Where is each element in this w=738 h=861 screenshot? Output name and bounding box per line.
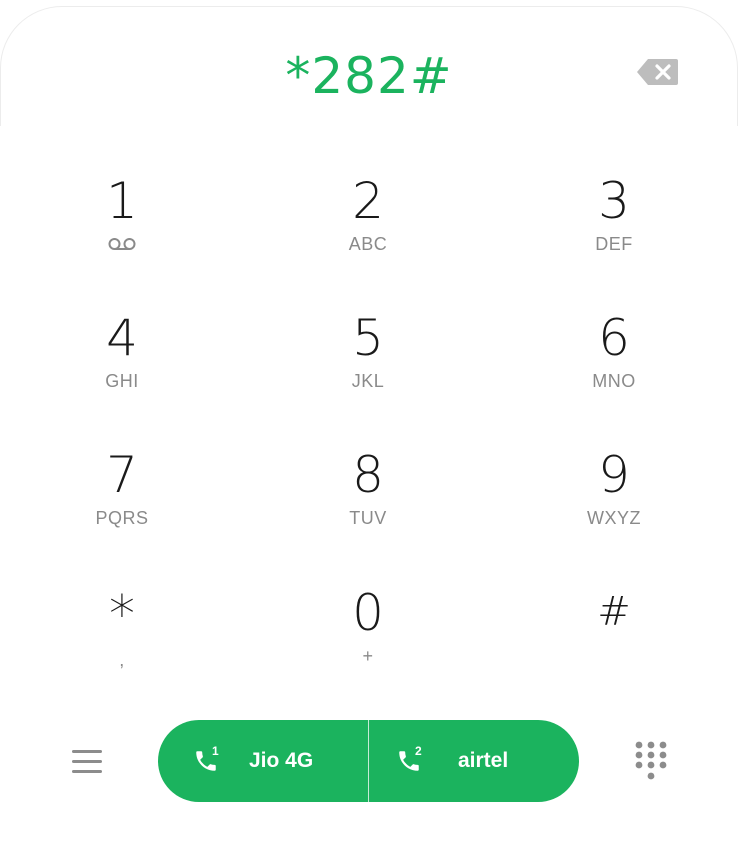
key-digit: * — [109, 585, 135, 645]
dialed-number[interactable]: *282# — [0, 40, 738, 112]
dialpad-dot — [647, 741, 655, 749]
key-letters: , — [119, 650, 125, 670]
key-digit: 2 — [352, 172, 384, 230]
key-3[interactable]: 3 DEF — [514, 170, 714, 290]
key-letters: GHI — [105, 371, 139, 391]
key-5[interactable]: 5 JKL — [268, 307, 468, 427]
key-8[interactable]: 8 TUV — [268, 444, 468, 564]
key-digit: 8 — [352, 446, 384, 504]
sim-slot-number: 2 — [415, 744, 422, 758]
key-star[interactable]: * , — [22, 582, 222, 702]
key-digit: 9 — [598, 446, 630, 504]
carrier-name: Jio 4G — [249, 749, 314, 772]
key-letters: JKL — [351, 371, 385, 391]
key-digit: 5 — [352, 309, 384, 367]
key-7[interactable]: 7 PQRS — [22, 444, 222, 564]
dialpad-dot — [635, 751, 643, 759]
key-letters: PQRS — [95, 508, 149, 528]
dialpad-dot — [659, 741, 667, 749]
dialpad-dot — [659, 751, 667, 759]
backspace-icon[interactable] — [636, 57, 680, 87]
dialpad-dot — [647, 751, 655, 759]
key-letters: WXYZ — [587, 508, 641, 528]
key-letters: TUV — [349, 508, 387, 528]
key-digit: 7 — [106, 446, 138, 504]
dialpad-dot — [635, 741, 643, 749]
call-sim2-button[interactable]: 2 airtel — [369, 720, 579, 802]
key-1[interactable]: 1 — [22, 170, 222, 290]
keypad: 1 2 ABC 3 DEF 4 GHI 5 JKL 6 MNO 7 PQRS 8… — [0, 170, 738, 710]
key-hash[interactable]: # — [514, 582, 714, 702]
key-2[interactable]: 2 ABC — [268, 170, 468, 290]
call-sim1-button[interactable]: 1 Jio 4G — [158, 720, 368, 802]
key-digit: 3 — [598, 172, 630, 230]
dialpad-dot — [647, 772, 655, 780]
dialer-screen: *282# 1 2 ABC 3 DEF 4 GHI 5 JKL 6 MNO 7 … — [0, 0, 738, 861]
dialpad-dot — [647, 761, 655, 769]
voicemail-icon — [108, 238, 136, 250]
key-digit: 6 — [598, 309, 630, 367]
dialpad-dot — [659, 761, 667, 769]
dialpad-dot — [635, 761, 643, 769]
key-6[interactable]: 6 MNO — [514, 307, 714, 427]
key-letters: MNO — [592, 371, 636, 391]
key-letters: DEF — [595, 234, 633, 254]
key-digit: 1 — [106, 172, 138, 230]
key-0[interactable]: 0 + — [268, 582, 468, 702]
key-digit: # — [597, 589, 631, 635]
dialpad-icon[interactable] — [632, 738, 670, 784]
menu-icon[interactable] — [66, 742, 108, 782]
carrier-name: airtel — [458, 749, 509, 772]
key-9[interactable]: 9 WXYZ — [514, 444, 714, 564]
key-letters: ABC — [348, 234, 388, 254]
key-letters: + — [362, 646, 374, 666]
key-4[interactable]: 4 GHI — [22, 307, 222, 427]
call-buttons: 1 Jio 4G 2 airtel — [158, 720, 579, 802]
key-digit: 4 — [106, 309, 138, 367]
key-digit: 0 — [352, 584, 384, 642]
sim-slot-number: 1 — [212, 744, 219, 758]
